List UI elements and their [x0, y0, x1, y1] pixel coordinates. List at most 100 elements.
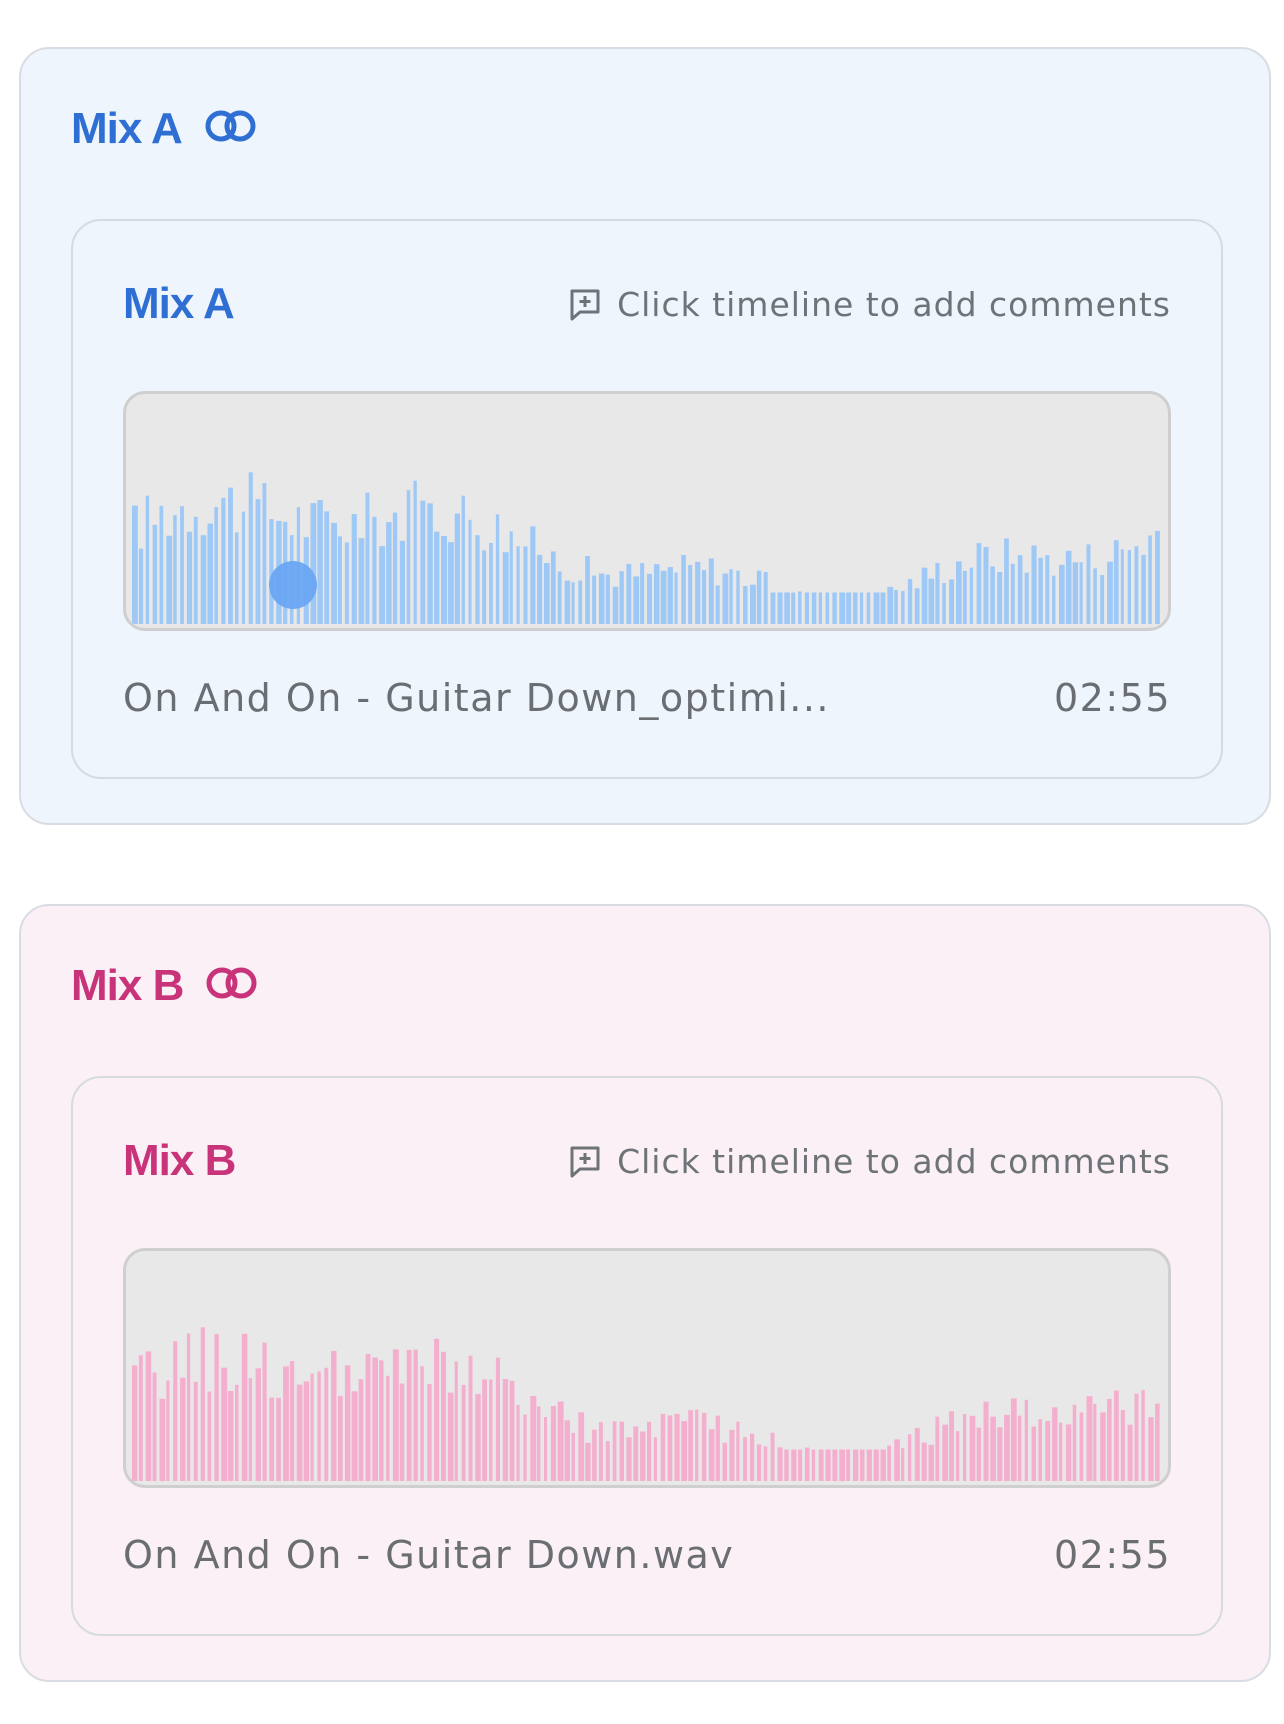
waveform-bar [1120, 1410, 1125, 1481]
waveform-bar [605, 1441, 610, 1481]
waveform-bar [907, 1434, 912, 1481]
waveform-bar [516, 1404, 520, 1481]
waveform-bar [935, 562, 940, 624]
waveform-bar [990, 566, 995, 624]
waveform-bar [152, 1372, 157, 1481]
add-comment-hint: Click timeline to add comments [567, 285, 1171, 324]
waveform-bar [523, 546, 528, 624]
waveform-bar [798, 1449, 803, 1481]
waveform-bar [640, 563, 645, 624]
playhead-handle[interactable] [268, 561, 317, 609]
waveform-bar [1120, 549, 1124, 624]
add-comment-hint: Click timeline to add comments [567, 1142, 1171, 1181]
mix-b-group-title: Mix B [71, 961, 259, 1011]
waveform-bar [866, 592, 871, 624]
waveform-bar [186, 1333, 191, 1481]
waveform-bar [365, 1354, 371, 1481]
waveform-bar [1004, 538, 1009, 624]
waveform-bar [715, 585, 720, 624]
mix-b-group-label: Mix B [71, 961, 184, 1010]
waveform-bar [956, 1431, 960, 1481]
waveform-bar [585, 1442, 591, 1481]
waveform-bar [1065, 550, 1072, 624]
waveform-bar [1031, 545, 1037, 624]
waveform-bar [310, 1373, 314, 1481]
waveform-bar [523, 1414, 527, 1481]
waveform-bar [928, 578, 935, 624]
waveform-bar [468, 1355, 473, 1481]
waveform-bar [1107, 1398, 1112, 1481]
waveform-bar [1100, 575, 1105, 624]
mix-a-group-title: Mix A [71, 104, 258, 154]
waveform-bar [825, 592, 830, 624]
waveform-bar [166, 535, 173, 624]
waveform-bar [695, 1409, 699, 1481]
waveform-bar [495, 514, 500, 624]
waveform-bar [544, 563, 550, 624]
waveform-bar [132, 505, 138, 624]
waveform-bar [1093, 568, 1097, 624]
waveform-bar [626, 1437, 632, 1481]
waveform-bar [667, 567, 673, 624]
waveform-bar [173, 515, 177, 624]
waveform-bar [379, 1360, 384, 1481]
linked-rings-icon[interactable] [205, 961, 259, 1011]
waveform-bar [585, 556, 590, 624]
waveform-timeline[interactable] [123, 1248, 1171, 1488]
waveform-bar [736, 570, 740, 624]
waveform-bar [708, 558, 714, 624]
waveform-bar [200, 1327, 205, 1481]
waveform-bar [241, 511, 245, 624]
waveform-bar [681, 555, 686, 624]
waveform-bar [811, 1449, 816, 1481]
waveform-bar [289, 1361, 295, 1481]
waveform-bar [557, 1401, 564, 1481]
waveform-bar [804, 1447, 810, 1481]
waveform-bar [743, 1437, 747, 1481]
waveform-bar [997, 571, 1003, 624]
waveform-bar [1079, 562, 1083, 624]
waveform-bar [132, 1365, 138, 1481]
waveform-bar [537, 1406, 541, 1481]
file-name: On And On - Guitar Down_optimi... [123, 676, 831, 720]
waveform-bar [550, 1406, 557, 1481]
waveform-bar [811, 592, 817, 624]
waveform-bar [688, 565, 693, 624]
waveform-bar [255, 499, 261, 624]
waveform-bar [338, 1395, 343, 1481]
waveform-bar [159, 505, 164, 624]
waveform-bar [1134, 1393, 1139, 1481]
waveform-bar [701, 570, 707, 624]
waveform-bar [1148, 1417, 1154, 1481]
waveform-bar [1045, 555, 1050, 624]
waveform-bar [413, 1349, 418, 1481]
waveform-bar [427, 1384, 432, 1481]
waveform-bar [633, 1426, 639, 1481]
waveform-bar [935, 1416, 940, 1481]
waveform-bar [839, 592, 846, 624]
waveform-bar [818, 1449, 824, 1481]
waveform-bar [756, 1444, 762, 1481]
waveform-bar [564, 580, 571, 624]
linked-rings-icon[interactable] [204, 104, 258, 154]
waveform-bar [303, 1381, 310, 1481]
waveform-bar [667, 1415, 673, 1481]
waveform-bar [846, 592, 852, 624]
waveform-bar [228, 1391, 234, 1481]
waveform-bar [214, 507, 218, 624]
waveform-bar [722, 573, 729, 624]
waveform-bar [461, 495, 465, 624]
waveform-bar [441, 536, 447, 624]
waveform-bar [173, 1341, 178, 1481]
waveform-bar [324, 1367, 329, 1481]
waveform-bar [386, 522, 392, 624]
waveform-bar [530, 526, 536, 624]
waveform-bar [193, 1381, 198, 1481]
waveform-bar [180, 506, 184, 624]
waveform-bar [701, 1412, 707, 1481]
waveform-bar [138, 548, 144, 624]
waveform-bar [956, 561, 962, 624]
waveform-bar [853, 1449, 859, 1481]
waveform-bar [1045, 1421, 1051, 1481]
waveform-bar [482, 1379, 487, 1481]
